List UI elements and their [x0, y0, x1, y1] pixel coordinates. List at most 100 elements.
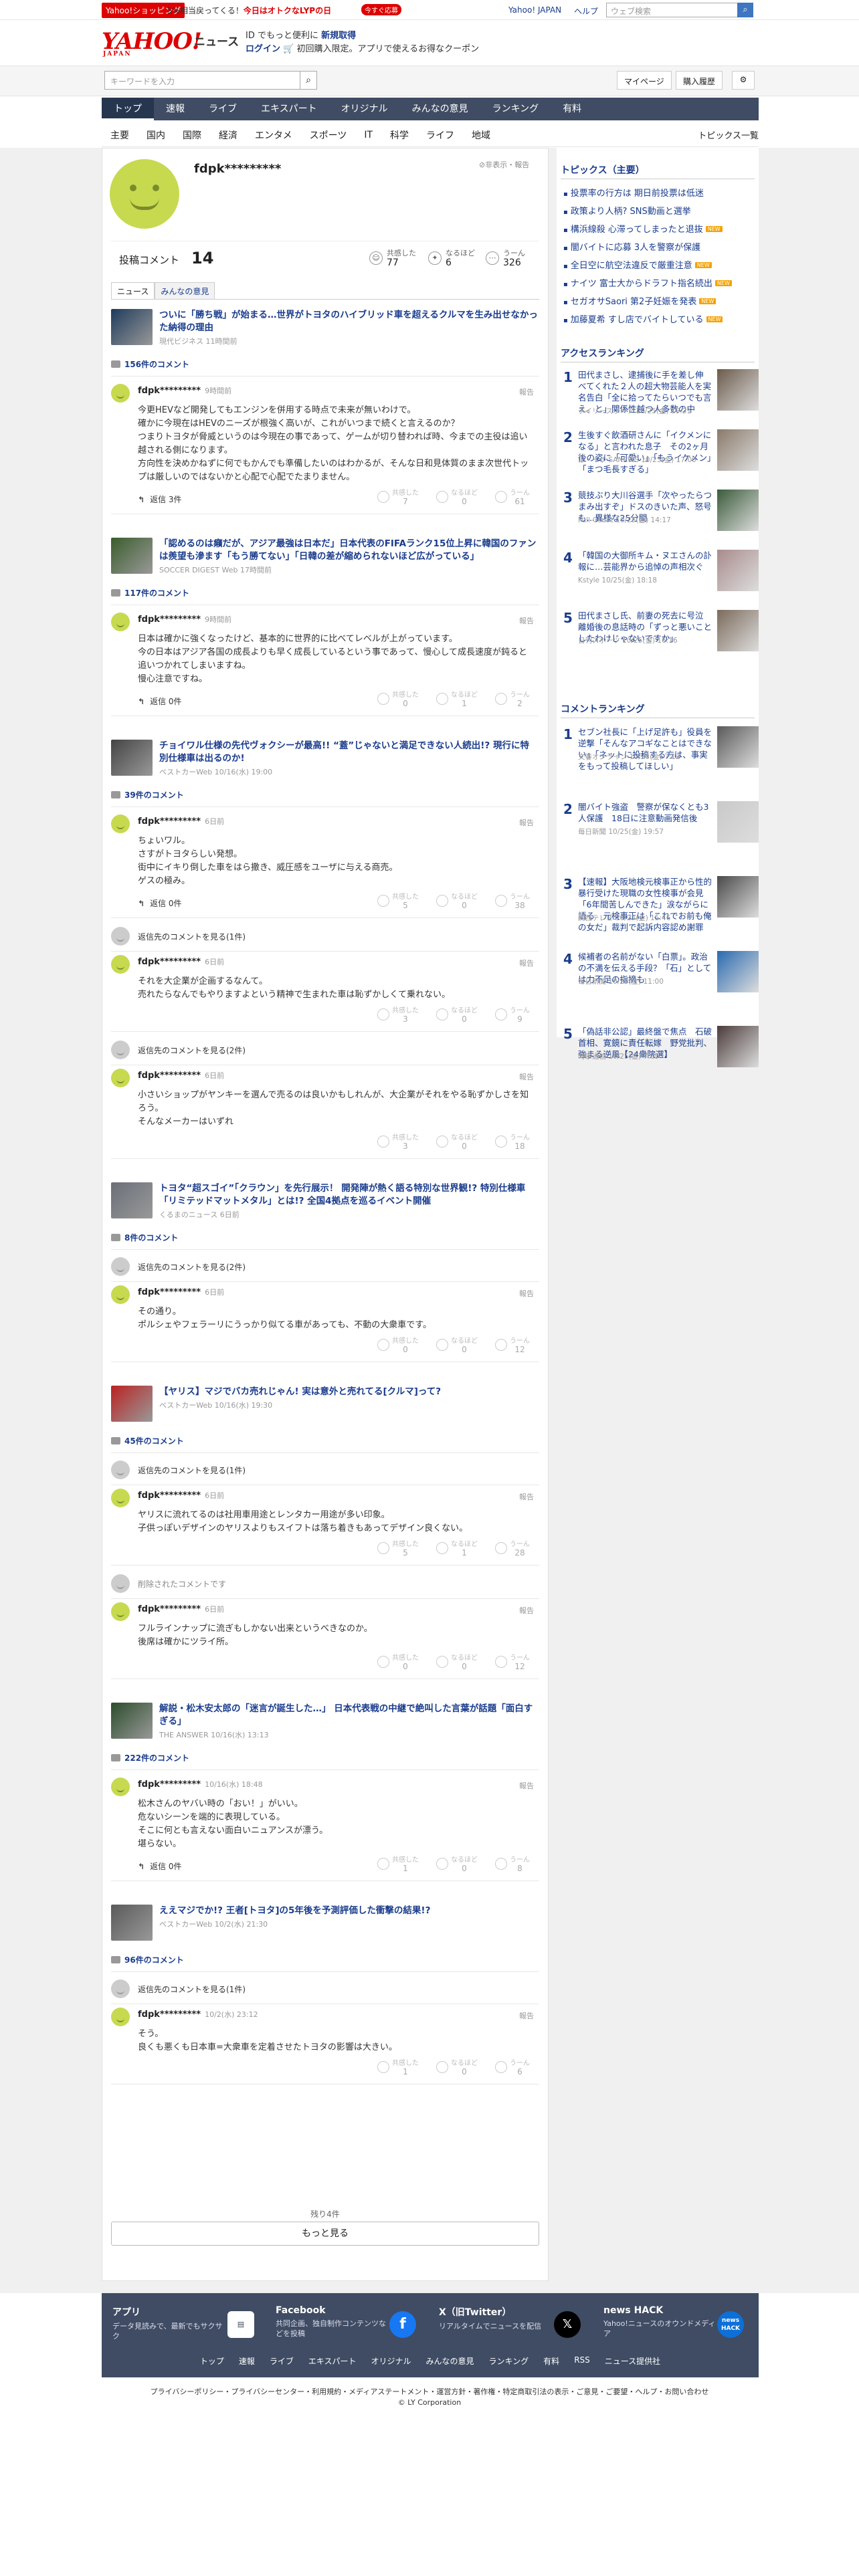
footer-link[interactable]: みんなの意見: [426, 2355, 474, 2367]
footer-link[interactable]: ニュース提供社: [605, 2355, 660, 2367]
reaction-naruhodo[interactable]: なるほど 0: [436, 893, 478, 909]
smile-icon[interactable]: [377, 491, 389, 503]
name-text[interactable]: fdpk*********: [138, 957, 201, 967]
tab-paid[interactable]: 有料: [551, 98, 593, 120]
comment-count-text[interactable]: 96件のコメント: [124, 1955, 184, 1965]
name-text[interactable]: fdpk*********: [138, 817, 201, 827]
footer-link[interactable]: ライブ: [270, 2355, 294, 2367]
footer-link[interactable]: ランキング: [489, 2355, 529, 2367]
cat-it[interactable]: IT: [355, 130, 381, 140]
tab-ranking[interactable]: ランキング: [480, 98, 551, 120]
commenter-name[interactable]: fdpk********* 9時間前: [138, 385, 231, 396]
footer-newshack[interactable]: news HACK Yahoo!ニュースのオウンドメディア: [603, 2305, 717, 2339]
newshack-icon[interactable]: news HACK: [717, 2311, 744, 2338]
hmm-icon[interactable]: [495, 895, 507, 907]
yahoo-japan-link[interactable]: Yahoo! JAPAN: [508, 5, 561, 15]
bulb-icon[interactable]: [436, 1858, 448, 1870]
comment-count-text[interactable]: 117件のコメント: [124, 588, 189, 598]
reaction-hmm[interactable]: うーん 12: [495, 1337, 530, 1354]
gear-icon[interactable]: ⚙: [732, 71, 755, 90]
rank-thumbnail[interactable]: [717, 550, 759, 591]
bulb-icon[interactable]: [436, 1339, 448, 1351]
topic-text[interactable]: ナイツ 富士大からドラフト指名続出: [571, 279, 712, 289]
replies-button[interactable]: 返信 0件: [138, 897, 181, 909]
cat-economy[interactable]: 経済: [210, 128, 246, 142]
commenter-name[interactable]: fdpk********* 10/2(水) 23:12: [138, 2009, 258, 2020]
hmm-icon[interactable]: [495, 1136, 507, 1148]
cat-world[interactable]: 国際: [174, 128, 210, 142]
help-link[interactable]: ヘルプ: [574, 5, 598, 17]
promo-button[interactable]: 今すぐ応募: [361, 4, 401, 15]
report-link[interactable]: 報告: [519, 1780, 534, 1791]
reaction-hmm[interactable]: うーん 2: [495, 691, 530, 708]
web-search-input[interactable]: ウェブ検索: [606, 3, 753, 17]
rank-thumbnail[interactable]: [717, 951, 759, 992]
topic-item[interactable]: 加藤夏希 すし店でバイトしているNEW: [563, 312, 723, 325]
bulb-icon[interactable]: [436, 1542, 448, 1554]
reaction-empathy[interactable]: 共感した 1: [377, 1856, 419, 1872]
article-title[interactable]: 解説・松木安太郎の「迷言が誕生した…」 日本代表戦の中継で絶叫した言葉が話題「面…: [159, 1703, 538, 1728]
name-text[interactable]: fdpk*********: [138, 615, 201, 625]
cat-sports[interactable]: スポーツ: [301, 128, 356, 142]
rank-thumbnail[interactable]: [717, 610, 759, 651]
topic-item[interactable]: 政策より人柄? SNS動画と選挙: [563, 204, 691, 217]
topic-text[interactable]: 政策より人柄? SNS動画と選挙: [571, 207, 691, 217]
register-link[interactable]: 新規取得: [321, 31, 356, 41]
reaction-hmm[interactable]: うーん 6: [495, 2060, 530, 2076]
comment-count-link[interactable]: 45件のコメント: [111, 1435, 184, 1446]
hmm-icon[interactable]: [495, 1542, 507, 1554]
app-icon[interactable]: ▤: [227, 2311, 254, 2338]
comment-count-link[interactable]: 96件のコメント: [111, 1954, 184, 1965]
show-parent-comment[interactable]: 返信先のコメントを見る(1件): [138, 931, 246, 942]
article-title[interactable]: チョイワル仕様の先代ヴォクシーが最高!! “蓋”じゃないと満足できない人続出!?…: [159, 740, 538, 765]
tab-top[interactable]: トップ: [102, 98, 154, 120]
rank-title[interactable]: 生後すぐ飲酒研さんに「イクメンになる」と言われた息子 その2ヶ月後の姿に「可愛い…: [578, 429, 712, 475]
tab-flash[interactable]: 速報: [154, 98, 197, 120]
commenter-name[interactable]: fdpk********* 6日前: [138, 1070, 224, 1081]
footer-app[interactable]: アプリ データ見読みで、最新でもサクサク: [112, 2305, 226, 2341]
hmm-icon[interactable]: [495, 1008, 507, 1021]
keyword-input[interactable]: キーワードを入力: [104, 71, 305, 90]
reaction-hmm[interactable]: うーん 28: [495, 1541, 530, 1557]
article-title[interactable]: ええマジでか!? 王者[トヨタ]の5年後を予測評価した衝撃の結果!?: [159, 1905, 538, 1917]
reaction-empathy[interactable]: 共感した 0: [377, 1654, 419, 1671]
reaction-naruhodo[interactable]: なるほど 0: [436, 1337, 478, 1354]
mypage-button[interactable]: マイページ: [617, 71, 672, 90]
article-title[interactable]: 【ヤリス】マジでバカ売れじゃん! 実は意外と売れてる[クルマ]って?: [159, 1386, 538, 1398]
show-parent-comment[interactable]: 返信先のコメントを見る(1件): [138, 1983, 246, 1995]
smile-icon[interactable]: [377, 1858, 389, 1870]
comment-count-text[interactable]: 156件のコメント: [124, 360, 189, 369]
article-title[interactable]: 「認めるのは癪だが、アジア最強は日本だ」日本代表のFIFAランク15位上昇に韓国…: [159, 538, 538, 563]
topics-list-link[interactable]: トピックス一覧: [698, 128, 759, 141]
cat-domestic[interactable]: 国内: [138, 128, 174, 142]
commenter-name[interactable]: fdpk********* 6日前: [138, 956, 224, 967]
reaction-naruhodo[interactable]: なるほど 0: [436, 1134, 478, 1150]
topic-item[interactable]: 投票率の行方は 期日前投票は低迷: [563, 186, 704, 199]
rank-thumbnail[interactable]: [717, 1026, 759, 1067]
rank-thumbnail[interactable]: [717, 801, 759, 843]
report-link[interactable]: 報告: [519, 1288, 534, 1299]
show-parent-comment[interactable]: 返信先のコメントを見る(2件): [138, 1261, 246, 1273]
footer-link[interactable]: エキスパート: [308, 2355, 357, 2367]
rank-thumbnail[interactable]: [717, 876, 759, 918]
article-thumbnail[interactable]: [111, 1703, 153, 1739]
replies-button[interactable]: 返信 0件: [138, 1860, 181, 1872]
footer-facebook[interactable]: Facebook 共同企画、独自制作コンテンツなどを投稿: [276, 2305, 389, 2339]
report-link[interactable]: 報告: [519, 1071, 534, 1082]
reaction-hmm[interactable]: うーん 38: [495, 893, 530, 909]
footer-link[interactable]: オリジナル: [371, 2355, 411, 2367]
name-text[interactable]: fdpk*********: [138, 1287, 201, 1297]
article-thumbnail[interactable]: [111, 309, 153, 345]
commenter-name[interactable]: fdpk********* 6日前: [138, 1287, 224, 1297]
hmm-icon[interactable]: [495, 1656, 507, 1668]
footer-link[interactable]: トップ: [200, 2355, 224, 2367]
reaction-hmm[interactable]: うーん 61: [495, 490, 530, 506]
hmm-icon[interactable]: [495, 2061, 507, 2073]
bulb-icon[interactable]: [436, 1656, 448, 1668]
report-link[interactable]: 報告: [519, 2010, 534, 2021]
replies-button[interactable]: 返信 3件: [138, 494, 181, 505]
hide-report-link[interactable]: ⊘非表示・報告: [479, 159, 529, 170]
bulb-icon[interactable]: [436, 895, 448, 907]
footer-x[interactable]: X（旧Twitter） リアルタイムでニュースを配信: [439, 2305, 553, 2331]
replies-button[interactable]: 返信 0件: [138, 695, 181, 707]
